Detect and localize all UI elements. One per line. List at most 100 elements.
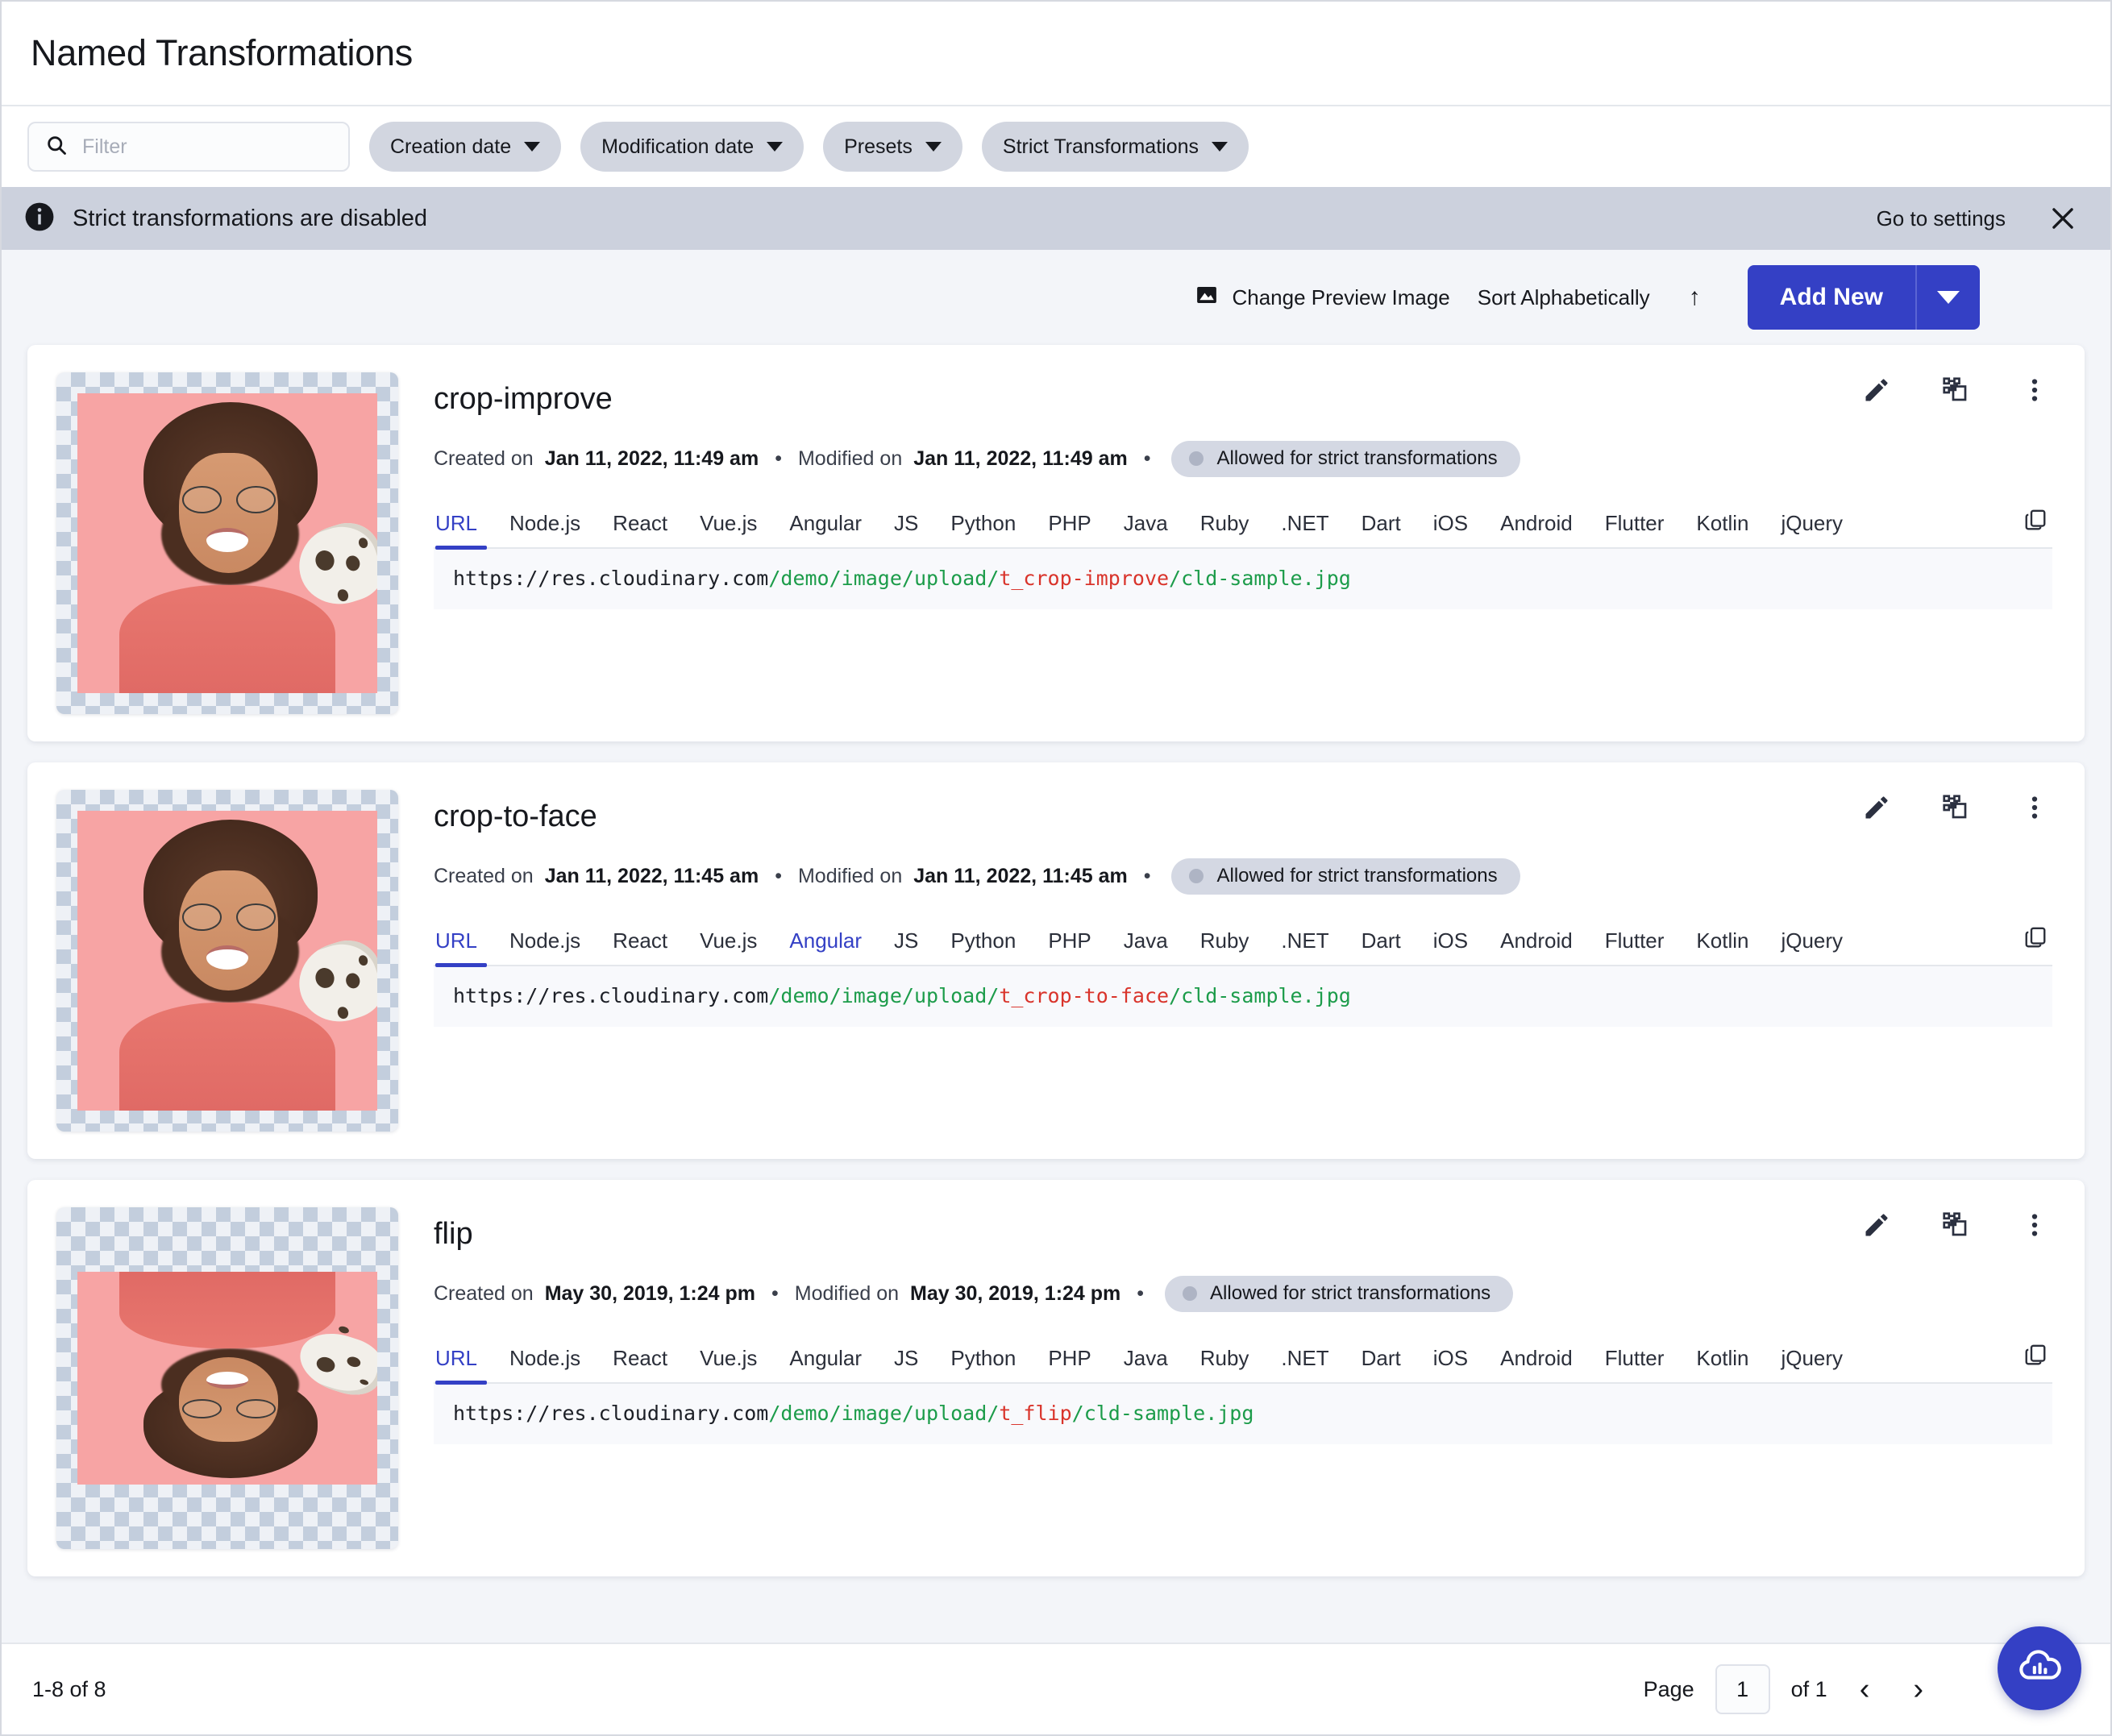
modified-on-value: Jan 11, 2022, 11:45 am — [913, 865, 1128, 887]
url-path: /demo/image/upload/ — [768, 567, 1000, 590]
tab-react[interactable]: React — [597, 928, 684, 965]
tab-js[interactable]: JS — [878, 1346, 934, 1382]
tab-kotlin[interactable]: Kotlin — [1680, 511, 1765, 547]
tab-android[interactable]: Android — [1484, 1346, 1589, 1382]
tab-php[interactable]: PHP — [1032, 928, 1107, 965]
transformation-card[interactable]: crop-improve Created on Jan 11, 2022, 11… — [27, 345, 2085, 741]
tab-angular[interactable]: Angular — [773, 511, 878, 547]
transformation-card[interactable]: flip Created on May 30, 2019, 1:24 pm • … — [27, 1180, 2085, 1576]
tab-ruby[interactable]: Ruby — [1184, 928, 1266, 965]
tab-dart[interactable]: Dart — [1345, 928, 1417, 965]
url-code-block[interactable]: https://res.cloudinary.com/demo/image/up… — [434, 1384, 2052, 1444]
tab-url[interactable]: URL — [434, 1346, 493, 1385]
preview-thumbnail[interactable] — [56, 790, 398, 1132]
page-number-input[interactable]: 1 — [1715, 1664, 1770, 1714]
transformation-nodes-icon[interactable] — [1941, 376, 1970, 405]
more-vertical-icon[interactable] — [2020, 793, 2049, 822]
url-asset: /cld-sample.jpg — [1071, 1402, 1254, 1425]
tab-dart[interactable]: Dart — [1345, 1346, 1417, 1382]
tab-android[interactable]: Android — [1484, 928, 1589, 965]
tab-react[interactable]: React — [597, 1346, 684, 1382]
transformation-meta: Created on May 30, 2019, 1:24 pm • Modif… — [434, 1276, 2052, 1312]
change-preview-image-button[interactable]: Change Preview Image — [1195, 283, 1450, 313]
tab-python[interactable]: Python — [934, 1346, 1032, 1382]
pencil-icon[interactable] — [1862, 793, 1891, 822]
tab-angular[interactable]: Angular — [773, 1346, 878, 1382]
tab-url[interactable]: URL — [434, 928, 493, 967]
tab-kotlin[interactable]: Kotlin — [1680, 1346, 1765, 1382]
cloudinary-help-button[interactable] — [1998, 1626, 2081, 1710]
modified-on-label: Modified on — [797, 447, 903, 470]
sort-alphabetically-button[interactable]: Sort Alphabetically — [1478, 285, 1650, 310]
tab-jquery[interactable]: jQuery — [1765, 511, 1859, 547]
tab-android[interactable]: Android — [1484, 511, 1589, 547]
tab-ios[interactable]: iOS — [1417, 928, 1484, 965]
tab-ruby[interactable]: Ruby — [1184, 1346, 1266, 1382]
chevron-down-icon — [1937, 291, 1960, 304]
tab-java[interactable]: Java — [1108, 1346, 1184, 1382]
copy-icon[interactable] — [2007, 1343, 2052, 1382]
transformation-name: flip — [434, 1217, 473, 1251]
tab-flutter[interactable]: Flutter — [1589, 928, 1681, 965]
tab-nodejs[interactable]: Node.js — [493, 511, 597, 547]
close-icon[interactable] — [2048, 203, 2078, 234]
transformation-nodes-icon[interactable] — [1941, 793, 1970, 822]
tab-dotnet[interactable]: .NET — [1265, 928, 1345, 965]
tab-js[interactable]: JS — [878, 928, 934, 965]
chevron-right-icon[interactable]: › — [1902, 1674, 1935, 1705]
add-new-button[interactable]: Add New — [1747, 265, 1980, 330]
add-new-dropdown-toggle[interactable] — [1915, 265, 1980, 330]
pencil-icon[interactable] — [1862, 1211, 1891, 1240]
transformation-card[interactable]: crop-to-face Created on Jan 11, 2022, 11… — [27, 762, 2085, 1159]
badge-dot-icon — [1183, 1286, 1198, 1301]
tab-nodejs[interactable]: Node.js — [493, 1346, 597, 1382]
tab-vuejs[interactable]: Vue.js — [684, 928, 773, 965]
tab-flutter[interactable]: Flutter — [1589, 1346, 1681, 1382]
more-vertical-icon[interactable] — [2020, 1211, 2049, 1240]
tab-dotnet[interactable]: .NET — [1265, 1346, 1345, 1382]
tab-ios[interactable]: iOS — [1417, 1346, 1484, 1382]
badge-dot-icon — [1189, 451, 1204, 466]
tab-php[interactable]: PHP — [1032, 1346, 1107, 1382]
tab-java[interactable]: Java — [1108, 928, 1184, 965]
url-code-block[interactable]: https://res.cloudinary.com/demo/image/up… — [434, 549, 2052, 609]
tab-react[interactable]: React — [597, 511, 684, 547]
info-banner: Strict transformations are disabled Go t… — [2, 187, 2110, 250]
tab-dotnet[interactable]: .NET — [1265, 511, 1345, 547]
tab-ios[interactable]: iOS — [1417, 511, 1484, 547]
tab-dart[interactable]: Dart — [1345, 511, 1417, 547]
tab-js[interactable]: JS — [878, 511, 934, 547]
tab-angular[interactable]: Angular — [773, 928, 878, 965]
tab-vuejs[interactable]: Vue.js — [684, 1346, 773, 1382]
pencil-icon[interactable] — [1862, 376, 1891, 405]
preview-thumbnail[interactable] — [56, 372, 398, 714]
tab-python[interactable]: Python — [934, 511, 1032, 547]
copy-icon[interactable] — [2007, 508, 2052, 547]
tab-ruby[interactable]: Ruby — [1184, 511, 1266, 547]
preview-thumbnail[interactable] — [56, 1207, 398, 1549]
url-code-block[interactable]: https://res.cloudinary.com/demo/image/up… — [434, 966, 2052, 1027]
tab-jquery[interactable]: jQuery — [1765, 928, 1859, 965]
tab-php[interactable]: PHP — [1032, 511, 1107, 547]
filter-chip-modification-date[interactable]: Modification date — [580, 122, 804, 172]
tab-kotlin[interactable]: Kotlin — [1680, 928, 1765, 965]
url-host: https://res.cloudinary.com — [453, 567, 769, 590]
filter-chip-creation-date[interactable]: Creation date — [369, 122, 562, 172]
transformation-nodes-icon[interactable] — [1941, 1211, 1970, 1240]
arrow-up-icon[interactable]: ↑ — [1678, 284, 1712, 311]
tab-python[interactable]: Python — [934, 928, 1032, 965]
go-to-settings-link[interactable]: Go to settings — [1877, 206, 2006, 231]
tab-vuejs[interactable]: Vue.js — [684, 511, 773, 547]
more-vertical-icon[interactable] — [2020, 376, 2049, 405]
filter-chip-presets[interactable]: Presets — [823, 122, 962, 172]
copy-icon[interactable] — [2007, 925, 2052, 965]
tab-url[interactable]: URL — [434, 511, 493, 550]
filter-chip-strict-transformations[interactable]: Strict Transformations — [981, 122, 1249, 172]
chevron-left-icon[interactable]: ‹ — [1848, 1674, 1881, 1705]
tab-jquery[interactable]: jQuery — [1765, 1346, 1859, 1382]
search-input[interactable] — [81, 134, 332, 160]
tab-java[interactable]: Java — [1108, 511, 1184, 547]
search-box[interactable] — [27, 122, 350, 172]
tab-flutter[interactable]: Flutter — [1589, 511, 1681, 547]
tab-nodejs[interactable]: Node.js — [493, 928, 597, 965]
